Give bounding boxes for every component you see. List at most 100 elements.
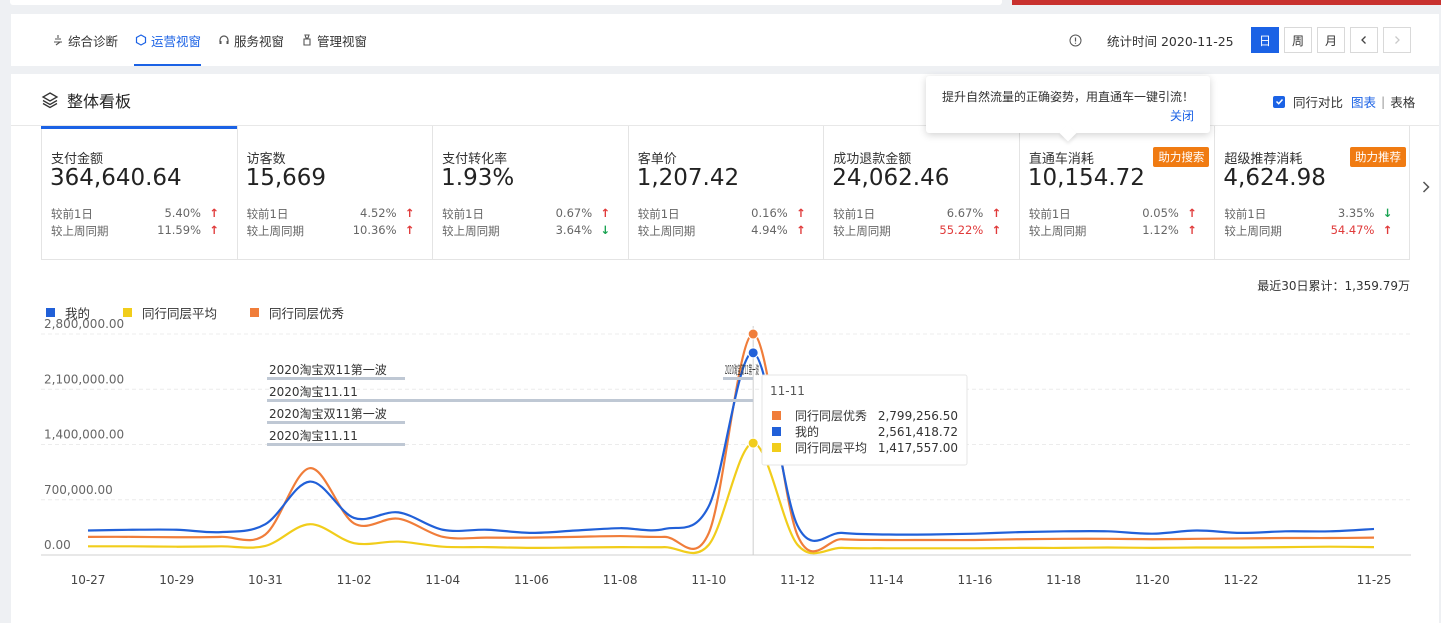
chart-legend: 我的 同行同层平均 同行同层优秀 <box>46 303 377 322</box>
tooltip-series-value: 2,799,256.50 <box>878 409 958 423</box>
view-divider: | <box>1381 94 1386 109</box>
x-tick-label: 11-06 <box>514 573 549 587</box>
x-tick-label: 10-29 <box>159 573 194 587</box>
tab-diagnosis[interactable]: 综合诊断 <box>51 14 118 66</box>
chevron-right-icon <box>1395 36 1400 44</box>
series-line-1 <box>87 442 1375 555</box>
boost-badge-button[interactable]: 助力推荐 <box>1349 147 1406 167</box>
chart-tooltip-date: 11-11 <box>770 384 805 398</box>
metric-card[interactable]: 访客数 15,669 较前1日 4.52% ↑ 较上周同期 10.36% ↑ <box>238 126 434 260</box>
arrow-up-icon: ↑ <box>1382 223 1393 237</box>
top-banner[interactable] <box>1012 0 1441 5</box>
legend-label: 我的 <box>65 306 91 321</box>
compare-percent: 11.59% <box>157 223 201 237</box>
legend-item-mine[interactable]: 我的 <box>46 303 90 322</box>
tab-operation[interactable]: 运营视窗 <box>134 14 202 66</box>
legend-label: 同行同层优秀 <box>269 306 345 321</box>
metric-card[interactable]: 支付金额 364,640.64 较前1日 5.40% ↑ 较上周同期 11.59%… <box>41 126 238 260</box>
metric-value: 1,207.42 <box>636 165 740 191</box>
x-tick-label: 11-22 <box>1224 573 1259 587</box>
x-tick-label: 11-14 <box>869 573 904 587</box>
compare-label: 较上周同期 <box>246 224 305 238</box>
overview-panel: 整体看板 同行对比 图表 | 表格 支付金额 364,640.64 较前1日 5.… <box>11 74 1439 623</box>
y-tick-label: 0.00 <box>44 538 71 552</box>
compare-label: 较上周同期 <box>1224 224 1282 238</box>
stat-info-icon[interactable] <box>1069 14 1082 66</box>
compare-percent: 54.47% <box>1330 223 1375 237</box>
promo-tooltip: 提升自然流量的正确姿势，用直通车一键引流！ 关闭 <box>926 76 1210 142</box>
series-line-0 <box>87 351 1375 542</box>
metric-card[interactable]: 支付转化率 1.93% 较前1日 0.67% ↑ 较上周同期 3.64% ↓ <box>433 126 629 260</box>
stat-time: 统计时间 2020-11-25 <box>1107 33 1234 49</box>
metric-card[interactable]: 客单价 1,207.42 较前1日 0.16% ↑ 较上周同期 4.94% ↑ <box>629 126 825 260</box>
tooltip-series-value: 1,417,557.00 <box>878 441 958 455</box>
layers-icon <box>41 92 59 109</box>
operation-icon <box>134 33 148 47</box>
metric-value: 10,154.72 <box>1027 165 1145 191</box>
tab-label: 服务视窗 <box>234 33 285 49</box>
legend-swatch <box>46 308 55 317</box>
arrow-down-icon: ↓ <box>600 223 611 237</box>
tab-service[interactable]: 服务视窗 <box>217 14 284 66</box>
legend-item-average[interactable]: 同行同层平均 <box>123 303 217 322</box>
event-annotation-bar <box>267 377 405 380</box>
boost-badge-button[interactable]: 助力搜索 <box>1153 147 1210 167</box>
data-point <box>747 328 759 340</box>
metric-value: 24,062.46 <box>832 165 950 191</box>
arrow-up-icon: ↑ <box>1187 223 1197 237</box>
metric-week-compare: 较上周同期 11.59% ↑ <box>51 223 227 239</box>
metric-cards: 支付金额 364,640.64 较前1日 5.40% ↑ 较上周同期 11.59%… <box>41 126 1410 260</box>
x-tick-label: 11-25 <box>1357 573 1392 587</box>
metric-card[interactable]: 直通车消耗 助力搜索 10,154.72 较前1日 0.05% ↑ 较上周同期 1.… <box>1020 126 1216 260</box>
checkbox-checked-icon[interactable] <box>1273 95 1285 108</box>
metric-week-compare: 较上周同期 55.22% ↑ <box>833 223 1009 239</box>
metric-day-compare: 较前1日 0.05% ↑ <box>1029 206 1205 222</box>
event-annotation-bar <box>267 421 405 424</box>
y-tick-label: 1,400,000.00 <box>44 428 124 442</box>
promo-tooltip-close[interactable]: 关闭 <box>1170 107 1194 124</box>
y-tick-label: 700,000.00 <box>44 483 113 497</box>
metric-card[interactable]: 超级推荐消耗 助力推荐 4,624.98 较前1日 3.35% ↓ 较上周同期 54… <box>1215 126 1411 260</box>
x-tick-label: 11-02 <box>337 573 372 587</box>
view-table-link[interactable]: 表格 <box>1390 92 1415 111</box>
metric-day-compare: 较前1日 5.40% ↑ <box>51 206 227 222</box>
metric-card[interactable]: 成功退款金额 24,062.46 较前1日 6.67% ↑ 较上周同期 55.22… <box>824 126 1020 260</box>
compare-label: 较前1日 <box>1224 207 1267 221</box>
legend-label: 同行同层平均 <box>142 306 218 321</box>
data-point <box>747 437 759 449</box>
compare-toggle[interactable]: 同行对比 图表 | 表格 <box>1273 92 1415 111</box>
y-tick-label: 2,100,000.00 <box>44 372 124 386</box>
compare-percent: 55.22% <box>939 223 984 237</box>
tab-manage[interactable]: 管理视窗 <box>300 14 367 66</box>
event-annotation: 2020淘宝双11第一波 <box>269 363 387 377</box>
tooltip-swatch <box>772 427 781 436</box>
compare-label: 同行对比 <box>1293 95 1344 110</box>
tooltip-series-value: 2,561,418.72 <box>878 425 958 439</box>
arrow-up-icon: ↑ <box>991 223 1002 237</box>
prev-date-button[interactable] <box>1350 27 1378 53</box>
next-date-button[interactable] <box>1383 27 1411 53</box>
arrow-up-icon: ↑ <box>796 223 806 237</box>
period-day-button[interactable]: 日 <box>1251 27 1279 53</box>
panel-title-text: 整体看板 <box>67 92 132 111</box>
legend-swatch <box>123 308 133 317</box>
arrow-up-icon: ↑ <box>796 206 806 220</box>
tooltip-series-name: 同行同层优秀 <box>795 409 867 423</box>
metrics-next-arrow[interactable] <box>1421 179 1431 198</box>
x-tick-label: 11-08 <box>603 573 638 587</box>
arrow-up-icon: ↑ <box>404 206 415 220</box>
metric-value: 15,669 <box>245 165 327 191</box>
period-week-button[interactable]: 周 <box>1284 27 1312 53</box>
compare-percent: 6.67% <box>946 206 984 220</box>
chart-tooltip <box>761 374 968 466</box>
tab-label: 综合诊断 <box>68 33 119 49</box>
metric-week-compare: 较上周同期 10.36% ↑ <box>247 223 423 239</box>
arrow-up-icon: ↑ <box>600 206 611 220</box>
period-month-button[interactable]: 月 <box>1317 27 1345 53</box>
event-annotation-bar <box>723 377 753 380</box>
view-chart-link[interactable]: 图表 <box>1351 92 1376 111</box>
legend-item-excellent[interactable]: 同行同层优秀 <box>250 303 344 322</box>
x-tick-label: 10-31 <box>248 573 283 587</box>
data-point <box>747 347 759 359</box>
tooltip-swatch <box>772 411 781 420</box>
